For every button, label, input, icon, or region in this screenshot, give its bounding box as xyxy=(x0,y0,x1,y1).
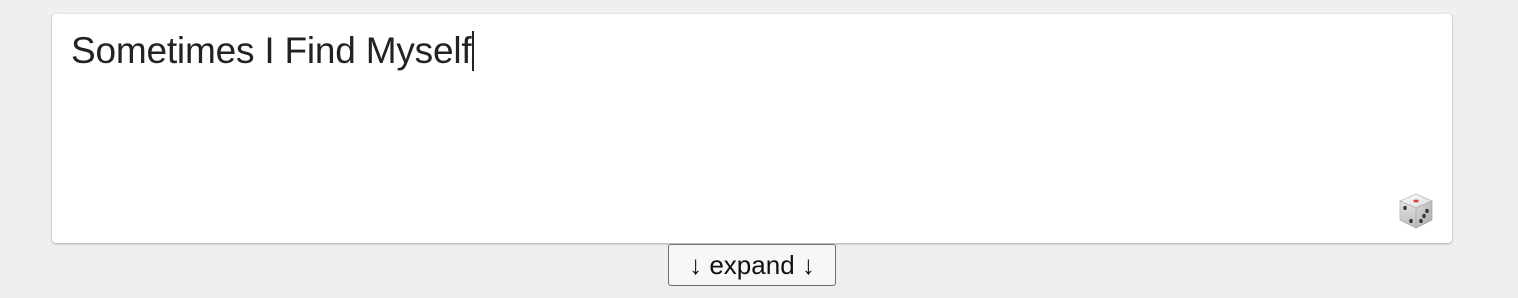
expand-button[interactable]: ↓ expand ↓ xyxy=(668,244,836,286)
editor-input[interactable]: Sometimes I Find Myself xyxy=(71,29,475,73)
text-editor[interactable]: Sometimes I Find Myself xyxy=(52,14,1452,243)
dice-icon xyxy=(1399,193,1433,229)
editor-text: Sometimes I Find Myself xyxy=(71,30,472,71)
text-caret xyxy=(472,31,475,71)
randomize-dice-button[interactable] xyxy=(1396,191,1436,231)
